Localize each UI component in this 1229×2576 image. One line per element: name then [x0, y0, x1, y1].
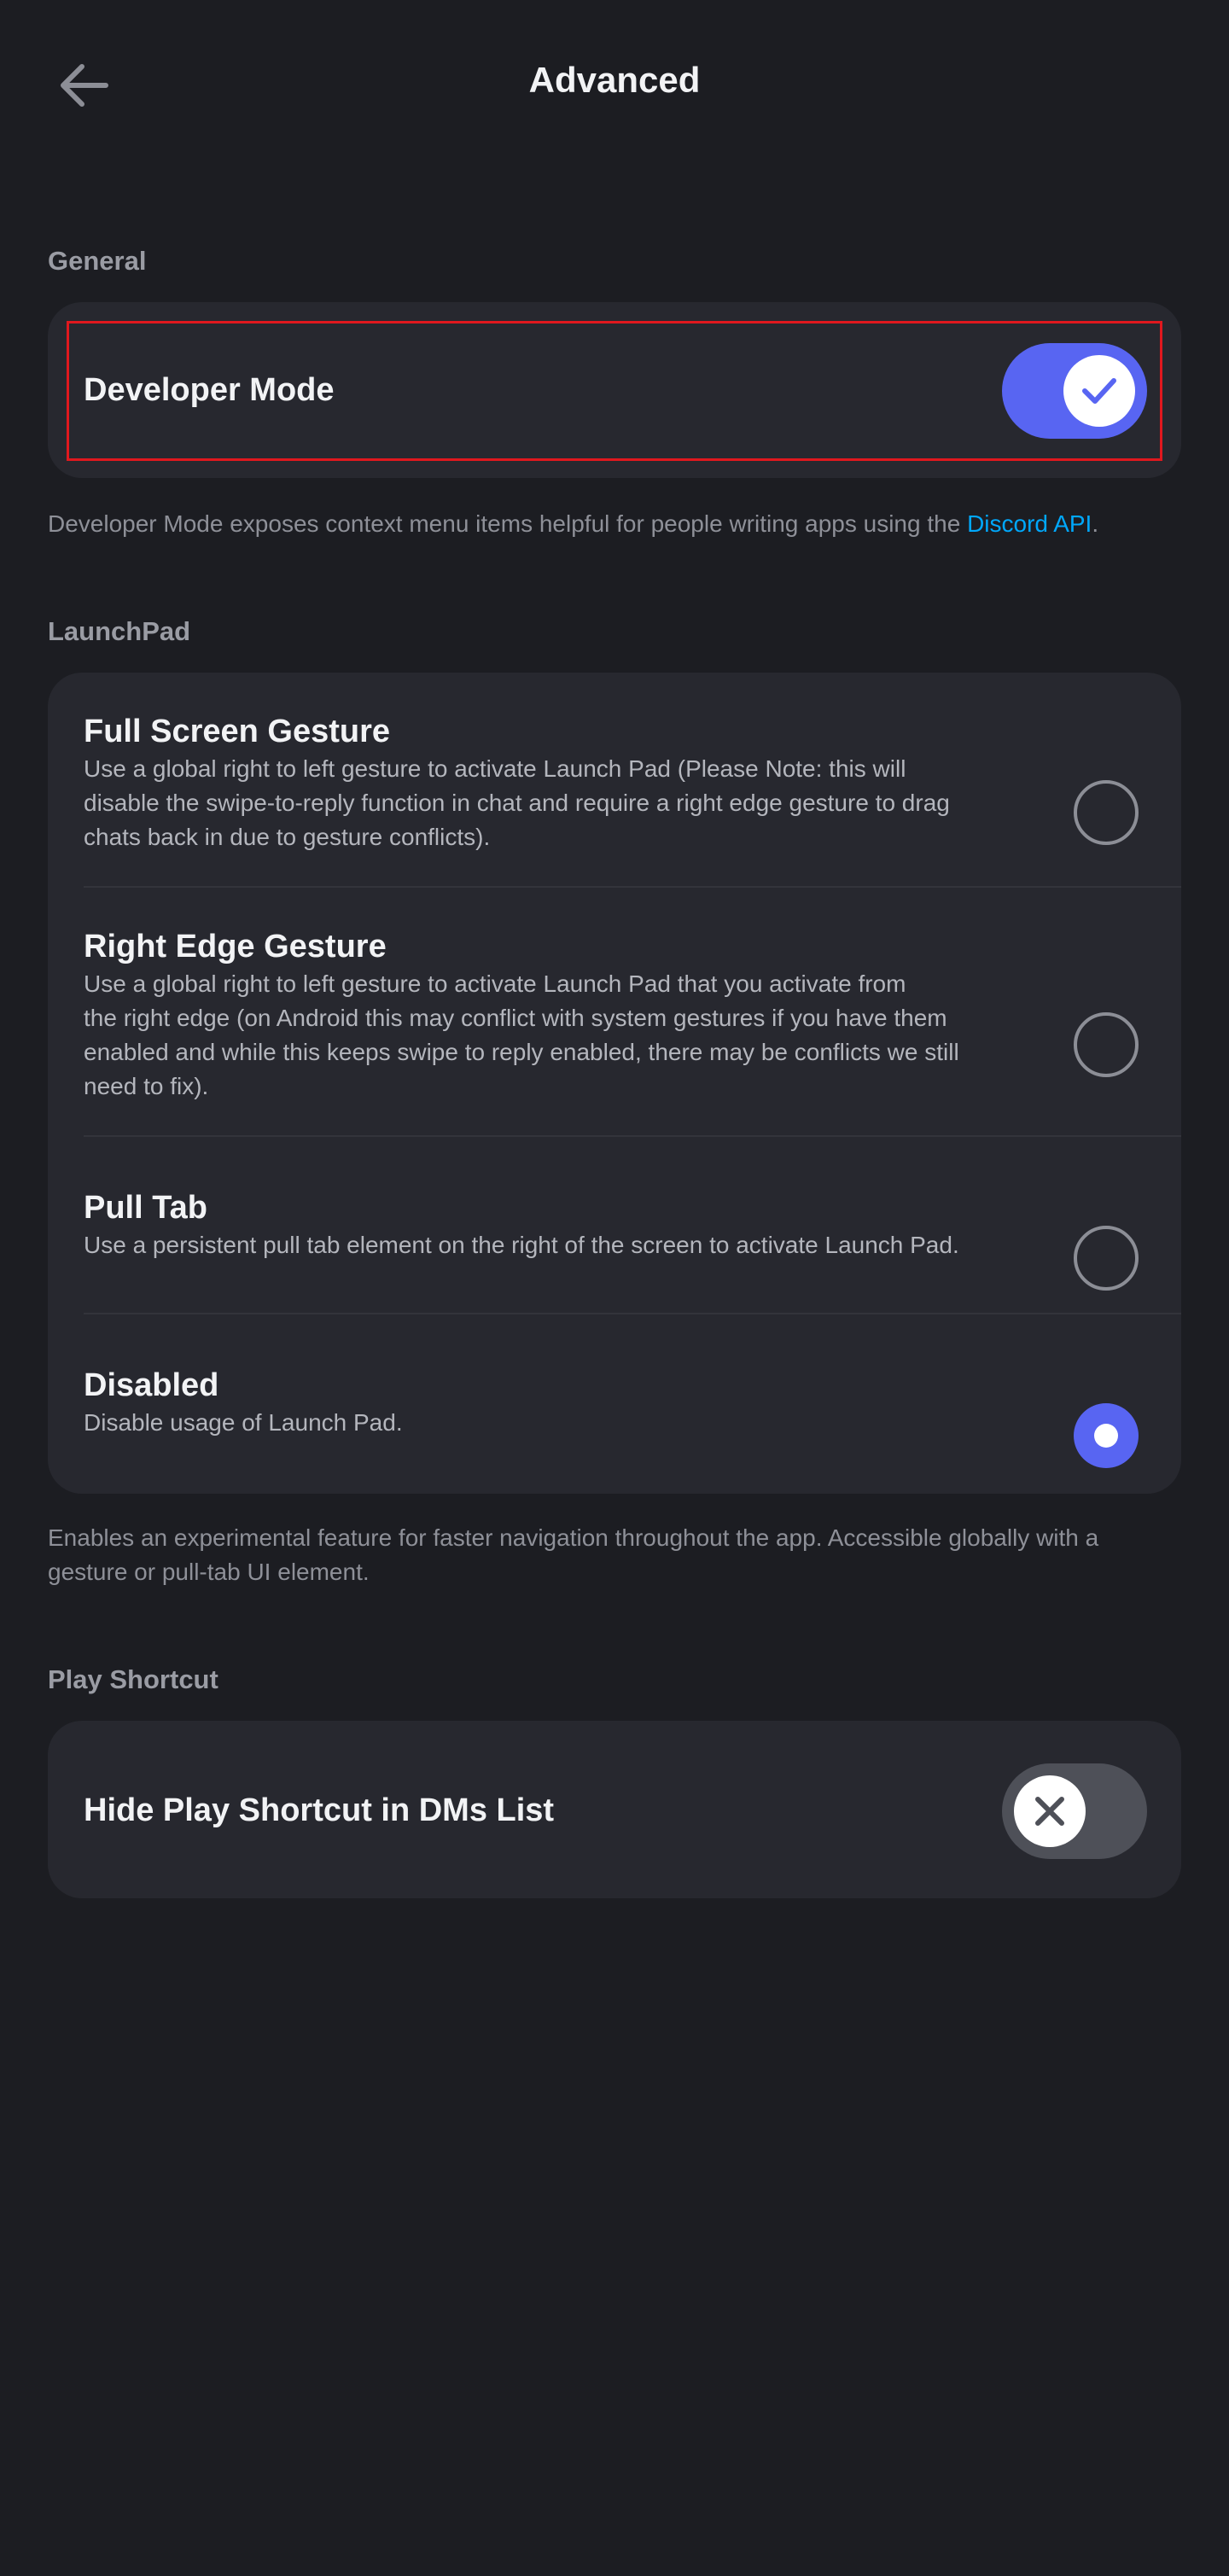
section-label-launchpad: LaunchPad: [48, 616, 191, 646]
footnote-period: .: [1092, 510, 1099, 537]
footnote-line: gesture or pull-tab UI element.: [48, 1559, 370, 1585]
section-label-general: General: [48, 246, 147, 276]
close-icon: [1035, 1797, 1064, 1826]
option-description-line: Use a global right to left gesture to ac…: [84, 755, 906, 782]
footnote-line: Enables an experimental feature for fast…: [48, 1524, 1099, 1551]
option-description-line: chats back in due to gesture conflicts).: [84, 824, 491, 850]
play-shortcut-card: Hide Play Shortcut in DMs List: [48, 1721, 1181, 1898]
radio-right-edge-gesture[interactable]: [1074, 1012, 1139, 1077]
option-description-line: need to fix).: [84, 1073, 209, 1099]
selection-highlight: [67, 321, 1162, 461]
option-description-line: Disable usage of Launch Pad.: [84, 1409, 403, 1436]
footnote-text: Developer Mode exposes context menu item…: [48, 510, 968, 537]
radio-selected-dot: [1094, 1424, 1118, 1448]
toggle-knob: [1014, 1775, 1086, 1847]
option-title: Disabled: [84, 1367, 219, 1403]
option-title: Right Edge Gesture: [84, 929, 387, 965]
option-description-line: the right edge (on Android this may conf…: [84, 1005, 947, 1031]
header-bar: Advanced: [0, 0, 1229, 166]
option-description: Use a global right to left gesture to ac…: [84, 752, 1048, 854]
divider: [84, 1135, 1181, 1137]
option-description-line: Use a persistent pull tab element on the…: [84, 1232, 959, 1258]
divider: [84, 886, 1181, 888]
option-description: Use a global right to left gesture to ac…: [84, 967, 1048, 1104]
launchpad-card: Full Screen Gesture Use a global right t…: [48, 673, 1181, 1494]
radio-pull-tab[interactable]: [1074, 1226, 1139, 1291]
option-description: Disable usage of Launch Pad.: [84, 1406, 1048, 1440]
discord-api-link[interactable]: Discord API: [967, 510, 1092, 537]
radio-full-screen-gesture[interactable]: [1074, 780, 1139, 845]
developer-mode-footnote: Developer Mode exposes context menu item…: [48, 507, 1183, 541]
hide-play-shortcut-toggle[interactable]: [1002, 1763, 1147, 1859]
divider: [84, 1313, 1181, 1314]
hide-play-shortcut-label: Hide Play Shortcut in DMs List: [84, 1792, 555, 1828]
launchpad-footnote: Enables an experimental feature for fast…: [48, 1521, 1183, 1589]
page-title: Advanced: [528, 60, 701, 100]
option-title: Pull Tab: [84, 1190, 207, 1226]
option-description-line: Use a global right to left gesture to ac…: [84, 970, 906, 997]
option-title: Full Screen Gesture: [84, 714, 391, 749]
option-description-line: enabled and while this keeps swipe to re…: [84, 1039, 959, 1065]
option-description-line: disable the swipe-to-reply function in c…: [84, 790, 950, 816]
section-label-play-shortcut: Play Shortcut: [48, 1664, 218, 1694]
radio-disabled[interactable]: [1074, 1403, 1139, 1468]
option-description: Use a persistent pull tab element on the…: [84, 1228, 1048, 1262]
